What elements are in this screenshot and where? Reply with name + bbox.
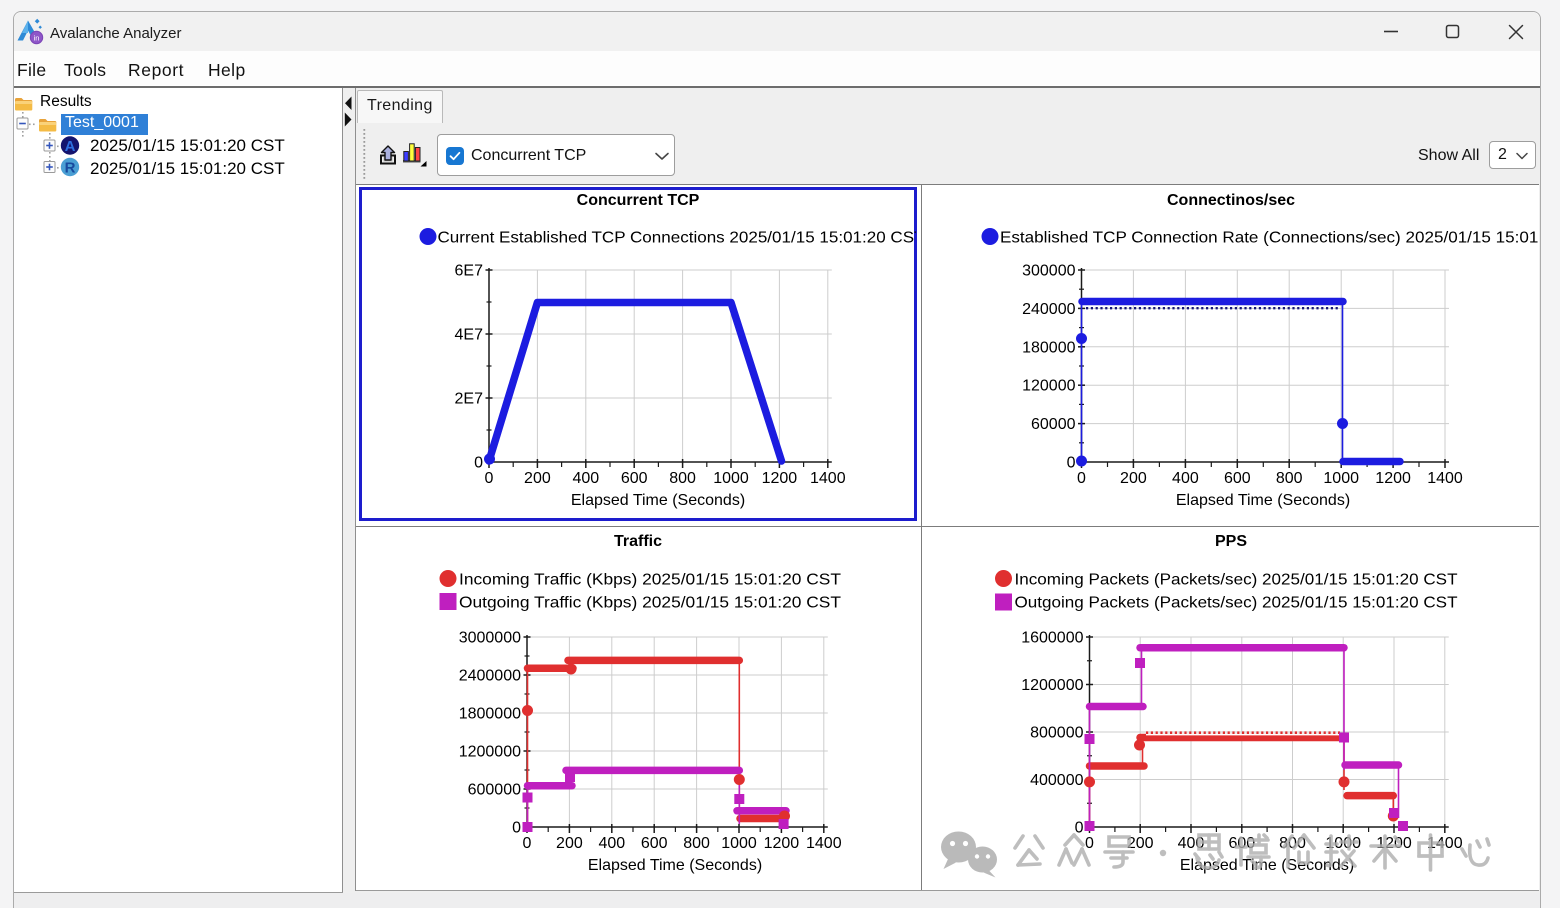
svg-text:Elapsed Time (Seconds): Elapsed Time (Seconds) (588, 857, 762, 874)
svg-text:1800000: 1800000 (459, 706, 521, 723)
svg-text:0: 0 (1085, 835, 1094, 852)
svg-text:Elapsed Time (Seconds): Elapsed Time (Seconds) (1176, 492, 1350, 509)
svg-text:Concurrent TCP: Concurrent TCP (577, 192, 700, 209)
svg-text:Established TCP Connection Rat: Established TCP Connection Rate (Connect… (1000, 230, 1539, 247)
svg-text:4E7: 4E7 (455, 327, 484, 344)
svg-text:200: 200 (1127, 835, 1154, 852)
svg-text:1200: 1200 (1375, 470, 1411, 487)
svg-text:0: 0 (512, 820, 521, 837)
svg-text:3000000: 3000000 (459, 630, 521, 647)
svg-text:0: 0 (485, 470, 494, 487)
svg-text:Current Established TCP Connec: Current Established TCP Connections 2025… (438, 230, 925, 247)
svg-text:Outgoing Traffic (Kbps) 2025/0: Outgoing Traffic (Kbps) 2025/01/15 15:01… (459, 595, 841, 612)
svg-text:Traffic: Traffic (614, 533, 662, 550)
svg-text:60000: 60000 (1031, 416, 1076, 433)
svg-text:1000: 1000 (721, 835, 757, 852)
svg-text:1200: 1200 (764, 835, 800, 852)
svg-text:800: 800 (1276, 470, 1303, 487)
svg-text:Outgoing Packets (Packets/sec): Outgoing Packets (Packets/sec) 2025/01/1… (1015, 595, 1458, 612)
svg-text:Elapsed Time (Seconds): Elapsed Time (Seconds) (571, 492, 745, 509)
svg-text:400000: 400000 (1030, 772, 1083, 789)
svg-text:Connectinos/sec: Connectinos/sec (1167, 192, 1295, 209)
svg-text:240000: 240000 (1022, 301, 1075, 318)
svg-text:Incoming Packets (Packets/sec): Incoming Packets (Packets/sec) 2025/01/1… (1015, 572, 1458, 589)
svg-text:Incoming Traffic (Kbps) 2025/0: Incoming Traffic (Kbps) 2025/01/15 15:01… (459, 572, 841, 589)
svg-text:1000: 1000 (713, 470, 749, 487)
svg-text:0: 0 (523, 835, 532, 852)
svg-text:PPS: PPS (1215, 533, 1247, 550)
svg-text:600: 600 (641, 835, 668, 852)
svg-text:800: 800 (669, 470, 696, 487)
svg-text:R: R (65, 160, 76, 177)
svg-text:A: A (65, 138, 76, 155)
svg-text:2400000: 2400000 (459, 668, 521, 685)
svg-text:400: 400 (1172, 470, 1199, 487)
svg-text:1200: 1200 (762, 470, 798, 487)
svg-text:300000: 300000 (1022, 263, 1075, 280)
svg-text:0: 0 (1077, 470, 1086, 487)
svg-text:1600000: 1600000 (1021, 630, 1083, 647)
svg-text:180000: 180000 (1022, 339, 1075, 356)
svg-text:0: 0 (1067, 455, 1076, 472)
svg-text:600: 600 (621, 470, 648, 487)
svg-text:800: 800 (683, 835, 710, 852)
svg-text:400: 400 (572, 470, 599, 487)
svg-text:120000: 120000 (1022, 378, 1075, 395)
svg-text:1400: 1400 (810, 470, 846, 487)
svg-text:0: 0 (1075, 820, 1084, 837)
svg-text:600000: 600000 (468, 782, 521, 799)
svg-text:200: 200 (1120, 470, 1147, 487)
svg-text:0: 0 (474, 455, 483, 472)
svg-text:6E7: 6E7 (455, 263, 484, 280)
svg-text:1200000: 1200000 (459, 744, 521, 761)
svg-text:800000: 800000 (1030, 725, 1083, 742)
svg-text:400: 400 (598, 835, 625, 852)
svg-text:200: 200 (524, 470, 551, 487)
svg-text:2E7: 2E7 (455, 391, 484, 408)
svg-text:in: in (34, 34, 40, 43)
svg-text:1200000: 1200000 (1021, 677, 1083, 694)
svg-text:1000: 1000 (1323, 470, 1359, 487)
svg-text:1400: 1400 (1427, 470, 1463, 487)
svg-text:200: 200 (556, 835, 583, 852)
svg-text:1400: 1400 (806, 835, 842, 852)
svg-text:600: 600 (1224, 470, 1251, 487)
